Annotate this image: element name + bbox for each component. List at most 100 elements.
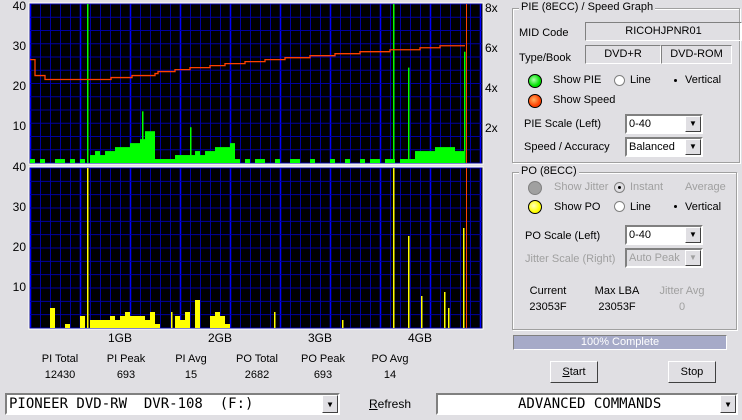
po-scale-select[interactable]: 0-40 ▼ xyxy=(625,225,703,245)
po-y-tick: 30 xyxy=(12,200,26,214)
bar xyxy=(185,312,190,328)
stat-value: 693 xyxy=(116,369,136,381)
po-vertical-radio[interactable] xyxy=(670,201,681,212)
bar xyxy=(410,159,415,163)
bar xyxy=(225,147,230,163)
pie-scale-label: PIE Scale (Left) xyxy=(524,118,602,130)
advanced-commands-select[interactable]: ADVANCED COMMANDS ▼ xyxy=(436,393,738,415)
chevron-down-icon: ▼ xyxy=(322,395,338,413)
current-label: Current xyxy=(529,285,567,297)
type-book-label: Type/Book xyxy=(519,52,571,64)
bar xyxy=(160,159,165,163)
bar xyxy=(450,147,455,163)
po-line-label: Line xyxy=(630,201,651,213)
bar xyxy=(215,147,220,163)
jitter-average-radio[interactable] xyxy=(670,182,681,193)
stat-label: PI Total xyxy=(41,353,79,365)
stat-label: PO Avg xyxy=(371,353,409,365)
spike-bar xyxy=(87,168,89,328)
bar xyxy=(165,159,170,163)
refresh-button[interactable]: Refresh xyxy=(369,397,411,411)
chevron-down-icon: ▼ xyxy=(685,116,701,132)
bar xyxy=(290,159,295,163)
bar xyxy=(95,151,100,163)
jitter-instant-radio[interactable] xyxy=(614,182,625,193)
bar xyxy=(30,159,35,163)
drive-select[interactable]: PIONEER DVD-RW DVR-108 (F:) ▼ xyxy=(5,393,340,415)
stat-po-total: PO Total 2682 xyxy=(222,351,292,383)
bar xyxy=(120,147,125,163)
stat-value: 2682 xyxy=(244,369,270,381)
stat-pi-total: PI Total 12430 xyxy=(25,351,95,383)
spike-bar xyxy=(421,296,423,328)
spike-bar xyxy=(408,236,410,328)
bar xyxy=(195,300,200,328)
stat-label: PO Peak xyxy=(300,353,346,365)
show-speed-label: Show Speed xyxy=(553,94,616,106)
x-tick: 4GB xyxy=(408,331,433,345)
stat-label: PO Total xyxy=(236,353,278,365)
current-lba: Current 23053F xyxy=(513,283,583,315)
bar xyxy=(375,159,380,163)
spike-bar xyxy=(393,168,395,328)
charts xyxy=(28,2,484,330)
pie-y-tick: 40 xyxy=(12,0,26,13)
bar xyxy=(370,159,375,163)
bar xyxy=(195,151,200,163)
stop-button[interactable]: Stop xyxy=(668,361,716,383)
show-pie-toggle[interactable] xyxy=(528,74,542,88)
chevron-down-icon: ▼ xyxy=(685,139,701,155)
speed-y-tick: 2x xyxy=(485,121,498,135)
bar xyxy=(65,324,70,328)
speed-accuracy-select[interactable]: Balanced ▼ xyxy=(625,137,703,157)
spike-bar xyxy=(142,111,144,163)
pie-chart xyxy=(28,2,484,165)
po-y-tick: 20 xyxy=(12,240,26,254)
x-tick: 3GB xyxy=(308,331,333,345)
bar xyxy=(330,159,335,163)
bar xyxy=(385,159,390,163)
bar xyxy=(90,320,95,328)
jitter-scale-select[interactable]: Auto Peak ▼ xyxy=(625,248,703,268)
advanced-commands-value: ADVANCED COMMANDS xyxy=(518,396,662,412)
chevron-down-icon: ▼ xyxy=(685,250,701,266)
jitter-scale-label: Jitter Scale (Right) xyxy=(525,253,616,265)
jitter-avg-value: 0 xyxy=(678,301,686,313)
spike-bar xyxy=(408,67,410,163)
pie-scale-select[interactable]: 0-40 ▼ xyxy=(625,114,703,134)
spike-bar xyxy=(393,4,395,163)
bar xyxy=(425,151,430,163)
start-button[interactable]: Start xyxy=(550,361,598,383)
bar xyxy=(275,159,280,163)
bar xyxy=(110,316,115,328)
pie-vertical-radio[interactable] xyxy=(670,75,681,86)
speed-accuracy-value: Balanced xyxy=(629,141,675,153)
bar xyxy=(400,159,405,163)
spike-bar xyxy=(463,228,465,328)
bar xyxy=(60,159,65,163)
pie-line-radio[interactable] xyxy=(614,75,625,86)
pie-y-tick: 30 xyxy=(12,39,26,53)
drive-value: PIONEER DVD-RW DVR-108 (F:) xyxy=(9,396,254,412)
show-jitter-toggle[interactable] xyxy=(528,181,542,195)
pie-vertical-label: Vertical xyxy=(685,74,722,86)
bar xyxy=(130,143,135,163)
bar xyxy=(310,159,315,163)
bar xyxy=(130,316,135,328)
show-po-toggle[interactable] xyxy=(528,200,542,214)
stat-value: 15 xyxy=(184,369,198,381)
po-vertical-label: Vertical xyxy=(685,201,722,213)
spike-bar xyxy=(171,312,173,328)
bar xyxy=(135,143,140,163)
bar xyxy=(175,155,180,163)
bar xyxy=(80,159,85,163)
bar xyxy=(295,159,300,163)
po-line-radio[interactable] xyxy=(614,201,625,212)
show-speed-toggle[interactable] xyxy=(528,94,542,108)
bar xyxy=(445,147,450,163)
book-type-value: DVD-ROM xyxy=(661,45,732,64)
bar xyxy=(40,159,45,163)
bar xyxy=(220,147,225,163)
spike-bar xyxy=(274,312,276,328)
max-lba-value: 23053F xyxy=(598,301,636,313)
